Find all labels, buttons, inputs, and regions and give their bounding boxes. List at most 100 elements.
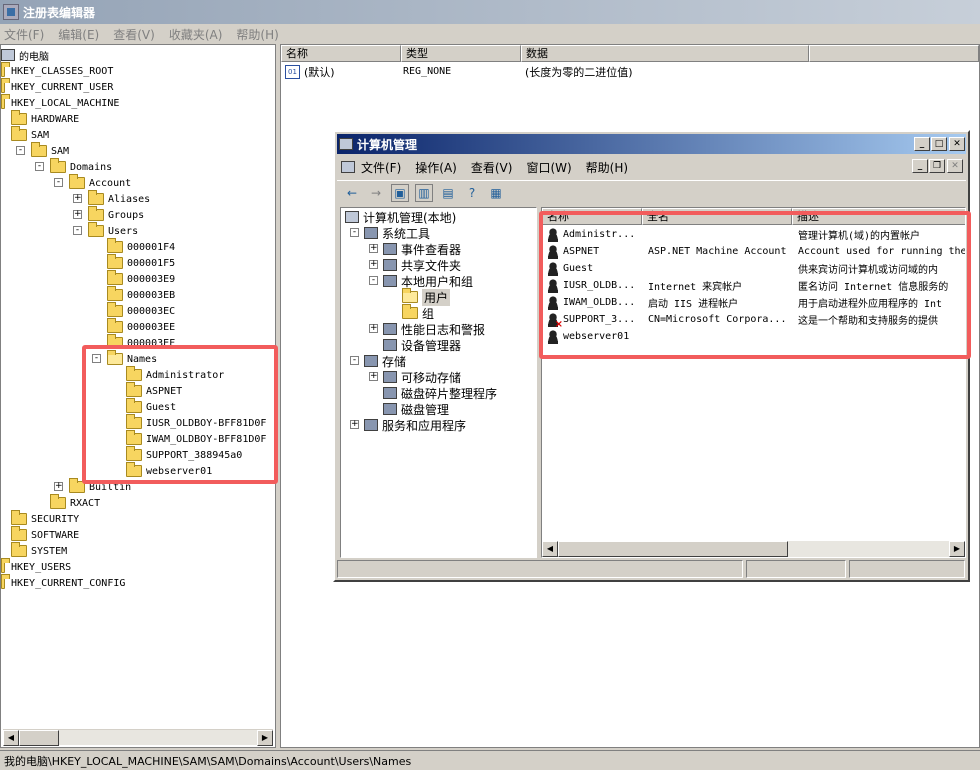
tree-item[interactable]: - Account [54, 174, 131, 191]
child-minimize-button[interactable]: _ [912, 159, 928, 173]
tree-item[interactable]: Administrator [126, 366, 224, 383]
expand-icon[interactable]: + [73, 210, 82, 219]
tree-item[interactable]: HKEY_LOCAL_MACHINE [1, 94, 119, 111]
collapse-icon[interactable]: - [369, 276, 378, 285]
collapse-icon[interactable]: - [73, 226, 82, 235]
tree-item[interactable]: 000003E9 [107, 270, 175, 287]
tree-item[interactable]: 000001F4 [107, 238, 175, 255]
column-header-user-name[interactable]: 名称 [542, 208, 642, 225]
collapse-icon[interactable]: - [16, 146, 25, 155]
cm-tree-item[interactable]: 计算机管理(本地) [345, 209, 456, 225]
cm-menu-item[interactable]: 窗口(W) [526, 159, 571, 176]
list-scroll-left-button[interactable]: ◀ [542, 541, 558, 557]
user-row[interactable]: ASPNET ASP.NET Machine Account Account use… [546, 243, 965, 260]
tree-item[interactable]: 000001F5 [107, 254, 175, 271]
tree-item[interactable]: + Aliases [73, 190, 150, 207]
tree-item[interactable]: Guest [126, 398, 176, 415]
child-restore-button[interactable]: ❐ [929, 159, 945, 173]
expand-icon[interactable]: + [54, 482, 63, 491]
tree-item[interactable]: SOFTWARE [11, 526, 79, 543]
cm-tree-item[interactable]: 组 [402, 304, 434, 321]
computer-management-window[interactable]: 计算机管理 _ □ ✕ 文件(F) 操作(A) 查看(V) 窗口(W) 帮助(H) _ … [333, 130, 970, 582]
expand-icon[interactable]: + [369, 244, 378, 253]
child-close-button[interactable]: ✕ [947, 159, 963, 173]
registry-menu-item[interactable]: 文件(F) [4, 26, 44, 43]
tree-item[interactable]: HKEY_CURRENT_USER [1, 78, 113, 95]
show-tree-icon[interactable]: ▥ [415, 183, 433, 202]
expand-icon[interactable]: + [73, 194, 82, 203]
properties-icon[interactable]: ▦ [487, 184, 505, 202]
cm-menu-item[interactable]: 文件(F) [361, 159, 401, 176]
cm-tree-item[interactable]: + 性能日志和警报 [369, 321, 485, 337]
cm-menu-item[interactable]: 帮助(H) [586, 159, 628, 176]
column-header-name[interactable]: 名称 [281, 45, 401, 62]
registry-menu-item[interactable]: 帮助(H) [236, 26, 278, 43]
cm-menu-item[interactable]: 查看(V) [471, 159, 513, 176]
registry-tree-pane[interactable]: 的电脑 HKEY_CLASSES_ROOT HKEY_CURRENT_USER HKE… [0, 44, 276, 748]
user-row[interactable]: IUSR_OLDB... Internet 来宾帐户 匿名访问 Internet 信… [546, 277, 965, 294]
close-button[interactable]: ✕ [949, 137, 965, 151]
tree-item[interactable]: + Builtin [54, 478, 131, 495]
tree-item[interactable]: HKEY_CURRENT_CONFIG [1, 574, 125, 591]
tree-item[interactable]: RXACT [50, 494, 100, 511]
tree-item[interactable]: IWAM_OLDBOY-BFF81D0F [126, 430, 266, 447]
tree-item[interactable]: - Users [73, 222, 138, 239]
tree-item[interactable]: 的电脑 [1, 47, 49, 63]
tree-item[interactable]: 000003EC [107, 302, 175, 319]
cm-tree-item[interactable]: - 系统工具 [350, 225, 430, 241]
collapse-icon[interactable]: - [350, 228, 359, 237]
maximize-button[interactable]: □ [931, 137, 947, 151]
collapse-icon[interactable]: - [92, 354, 101, 363]
tree-item[interactable]: - SAM [16, 142, 69, 159]
cm-tree-item[interactable]: + 共享文件夹 [369, 257, 461, 273]
scroll-right-button[interactable]: ▶ [257, 730, 273, 746]
collapse-icon[interactable]: - [350, 356, 359, 365]
user-row[interactable]: webserver01 [546, 328, 965, 345]
tree-item[interactable]: - Names [92, 350, 157, 367]
tree-item[interactable]: ASPNET [126, 382, 182, 399]
cm-tree-item[interactable]: - 存储 [350, 353, 406, 369]
list-horizontal-scrollbar[interactable]: ◀ ▶ [542, 541, 965, 557]
cm-tree-item[interactable]: + 可移动存储 [369, 369, 461, 385]
expand-icon[interactable]: + [369, 372, 378, 381]
tree-item[interactable]: SUPPORT_388945a0 [126, 446, 242, 463]
user-row[interactable]: Guest 供来宾访问计算机或访问域的内 [546, 260, 965, 277]
cm-title-bar[interactable]: 计算机管理 _ □ ✕ [337, 134, 966, 154]
cm-tree-item[interactable]: + 事件查看器 [369, 241, 461, 257]
user-row[interactable]: Administr... 管理计算机(域)的内置帐户 [546, 226, 965, 243]
tree-item[interactable]: - Domains [35, 158, 112, 175]
collapse-icon[interactable]: - [54, 178, 63, 187]
user-row[interactable]: IWAM_OLDB... 启动 IIS 进程帐户 用于启动进程外应用程序的 Int [546, 294, 965, 311]
expand-icon[interactable]: + [350, 420, 359, 429]
column-header-data[interactable]: 数据 [521, 45, 809, 62]
list-scroll-right-button[interactable]: ▶ [949, 541, 965, 557]
scroll-left-button[interactable]: ◀ [3, 730, 19, 746]
up-folder-icon[interactable]: ▣ [391, 183, 409, 202]
tree-item[interactable]: SYSTEM [11, 542, 67, 559]
help-icon[interactable]: ? [463, 184, 481, 202]
forward-icon[interactable]: → [367, 184, 385, 202]
column-header-full-name[interactable]: 全名 [642, 208, 792, 225]
tree-item[interactable]: SECURITY [11, 510, 79, 527]
registry-menu-item[interactable]: 查看(V) [113, 26, 155, 43]
collapse-icon[interactable]: - [35, 162, 44, 171]
cm-user-list[interactable]: 名称 全名 描述 Administr... 管理计算机(域)的内置帐户 ASPNET… [541, 207, 966, 558]
tree-item[interactable]: SAM [11, 126, 49, 143]
tree-item[interactable]: 000003EE [107, 318, 175, 335]
user-row[interactable]: SUPPORT_3... CN=Microsoft Corpora... 这是一个帮… [546, 311, 965, 330]
cm-menu-item[interactable]: 操作(A) [415, 159, 457, 176]
tree-item[interactable]: HARDWARE [11, 110, 79, 127]
list-scroll-thumb[interactable] [558, 541, 788, 557]
registry-menu-item[interactable]: 编辑(E) [58, 26, 99, 43]
cm-tree-item[interactable]: 磁盘碎片整理程序 [383, 385, 497, 401]
tree-item[interactable]: + Groups [73, 206, 144, 223]
column-header-type[interactable]: 类型 [401, 45, 521, 62]
tree-item[interactable]: 000003EB [107, 286, 175, 303]
column-header-description[interactable]: 描述 [792, 208, 965, 225]
tree-item[interactable]: HKEY_USERS [1, 558, 71, 575]
tree-horizontal-scrollbar[interactable]: ◀ ▶ [3, 729, 273, 746]
cm-tree-item[interactable]: 设备管理器 [383, 337, 461, 353]
cm-tree-item[interactable]: 磁盘管理 [383, 401, 449, 417]
cm-tree-item[interactable]: 用户 [402, 288, 451, 306]
export-list-icon[interactable]: ▤ [439, 184, 457, 202]
